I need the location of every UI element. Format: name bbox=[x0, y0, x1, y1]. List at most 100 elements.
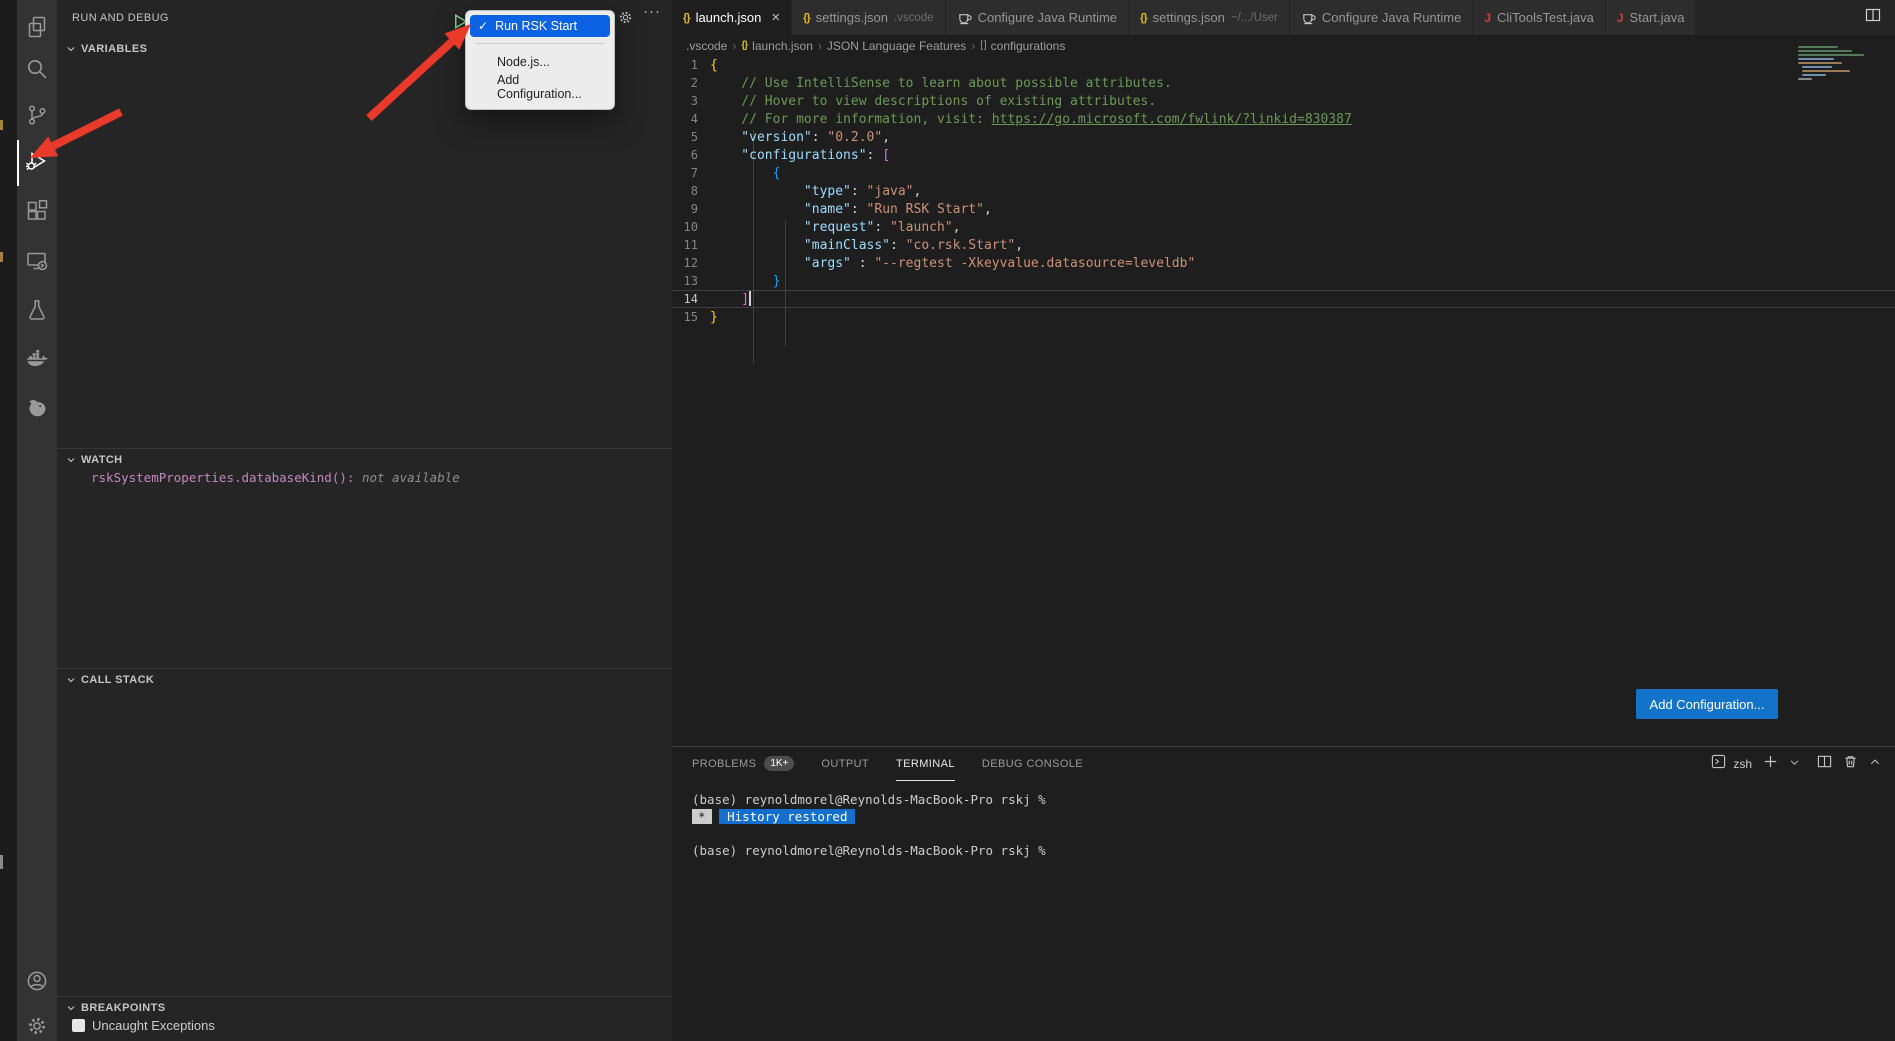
edge-artifact bbox=[0, 120, 3, 130]
chevron-down-icon bbox=[65, 1002, 77, 1014]
code-line: 8 "type": "java", bbox=[672, 182, 1895, 200]
split-terminal-button[interactable] bbox=[1817, 754, 1832, 774]
account-icon bbox=[25, 969, 49, 998]
explorer-button[interactable] bbox=[17, 6, 57, 52]
settings-button[interactable] bbox=[17, 1005, 57, 1041]
beaker-icon bbox=[25, 298, 49, 327]
menu-item-add-configuration[interactable]: Add Configuration... bbox=[466, 71, 614, 103]
json-file-icon: {} bbox=[803, 12, 810, 24]
menu-item-run-rsk-start[interactable]: ✓ Run RSK Start bbox=[470, 15, 610, 37]
tab-terminal[interactable]: TERMINAL bbox=[896, 747, 955, 781]
search-button[interactable] bbox=[17, 48, 57, 94]
code-line: 9 "name": "Run RSK Start", bbox=[672, 200, 1895, 218]
files-icon bbox=[25, 15, 49, 44]
edge-artifact bbox=[0, 855, 3, 869]
terminal-profile-chevron-icon[interactable] bbox=[1789, 755, 1800, 773]
extensions-icon bbox=[25, 199, 49, 228]
activity-bar bbox=[17, 0, 57, 1041]
tab-settings-json-user[interactable]: {} settings.json ~/.../User bbox=[1129, 0, 1290, 35]
array-symbol-icon: [ ] bbox=[980, 40, 985, 51]
testing-button[interactable] bbox=[17, 289, 57, 335]
gear-icon bbox=[25, 1014, 49, 1041]
accounts-button[interactable] bbox=[17, 960, 57, 1006]
terminal-output[interactable]: (base) reynoldmorel@Reynolds-MacBook-Pro… bbox=[692, 791, 1046, 859]
comment-link[interactable]: https://go.microsoft.com/fwlink/?linkid=… bbox=[992, 112, 1352, 127]
code-line: 5 "version": "0.2.0", bbox=[672, 128, 1895, 146]
tab-clitoolstest-java[interactable]: J CliToolsTest.java bbox=[1473, 0, 1606, 35]
add-configuration-button[interactable]: Add Configuration... bbox=[1636, 689, 1778, 719]
text-cursor bbox=[749, 291, 751, 306]
close-icon[interactable]: × bbox=[771, 9, 780, 26]
breadcrumb-item-json-language-features[interactable]: JSON Language Features bbox=[827, 39, 966, 53]
run-and-debug-button[interactable] bbox=[17, 140, 57, 186]
terminal-shell-icon bbox=[1711, 754, 1726, 774]
watch-expression: rskSystemProperties.databaseKind(): bbox=[91, 470, 354, 485]
bottom-panel: PROBLEMS 1K+ OUTPUT TERMINAL DEBUG CONSO… bbox=[672, 746, 1895, 1041]
code-line: 1{ bbox=[672, 56, 1895, 74]
panel-tab-bar: PROBLEMS 1K+ OUTPUT TERMINAL DEBUG CONSO… bbox=[692, 747, 1083, 781]
tab-debug-console[interactable]: DEBUG CONSOLE bbox=[982, 747, 1083, 781]
tab-launch-json[interactable]: {} launch.json × bbox=[672, 0, 792, 35]
chevron-down-icon bbox=[65, 674, 77, 686]
chevron-down-icon bbox=[65, 454, 77, 466]
watch-section-header[interactable]: WATCH bbox=[57, 448, 672, 470]
editor-tab-bar: {} launch.json × {} settings.json .vscod… bbox=[672, 0, 1895, 35]
uncaught-exceptions-checkbox[interactable] bbox=[72, 1019, 85, 1032]
remote-explorer-icon bbox=[25, 249, 49, 278]
background-window-edge bbox=[0, 0, 17, 1041]
code-line: 13 } bbox=[672, 272, 1895, 290]
code-line-current: 14 ] bbox=[672, 290, 1895, 308]
code-line: 4 // For more information, visit: https:… bbox=[672, 110, 1895, 128]
json-file-icon: {} bbox=[741, 40, 747, 51]
code-line: 2 // Use IntelliSense to learn about pos… bbox=[672, 74, 1895, 92]
debug-settings-gear-icon[interactable] bbox=[617, 9, 634, 26]
breakpoints-section-header[interactable]: BREAKPOINTS bbox=[57, 996, 672, 1018]
breadcrumb-item-configurations[interactable]: configurations bbox=[991, 39, 1066, 53]
chevron-down-icon bbox=[65, 43, 77, 55]
watch-value: not available bbox=[362, 470, 460, 485]
run-debug-icon bbox=[25, 149, 49, 178]
source-control-button[interactable] bbox=[17, 94, 57, 140]
java-file-icon: J bbox=[1484, 11, 1491, 25]
breadcrumb-item-vscode[interactable]: .vscode bbox=[686, 39, 727, 53]
split-editor-button[interactable] bbox=[1851, 0, 1895, 35]
kill-terminal-button[interactable] bbox=[1843, 754, 1858, 774]
tab-settings-json-vscode[interactable]: {} settings.json .vscode bbox=[792, 0, 945, 35]
breadcrumb-item-launch-json[interactable]: launch.json bbox=[752, 39, 813, 53]
watch-expression-row[interactable]: rskSystemProperties.databaseKind(): not … bbox=[91, 470, 460, 485]
source-control-icon bbox=[25, 103, 49, 132]
gradle-elephant-icon bbox=[25, 394, 49, 423]
tab-output[interactable]: OUTPUT bbox=[821, 747, 869, 781]
tab-configure-java-runtime-1[interactable]: Configure Java Runtime bbox=[946, 0, 1129, 35]
code-line: 6 "configurations": [ bbox=[672, 146, 1895, 164]
terminal-history-line: * History restored bbox=[692, 808, 1046, 825]
maximize-panel-chevron-icon[interactable] bbox=[1869, 755, 1881, 773]
panel-actions: zsh bbox=[1711, 747, 1881, 781]
code-editor[interactable]: 1{ 2 // Use IntelliSense to learn about … bbox=[672, 56, 1895, 326]
split-editor-icon bbox=[1865, 7, 1881, 28]
tab-configure-java-runtime-2[interactable]: Configure Java Runtime bbox=[1290, 0, 1473, 35]
code-line: 7 { bbox=[672, 164, 1895, 182]
new-terminal-button[interactable] bbox=[1763, 754, 1778, 774]
tab-start-java[interactable]: J Start.java bbox=[1606, 0, 1697, 35]
menu-item-nodejs[interactable]: Node.js... bbox=[466, 53, 614, 71]
java-runtime-cup-icon bbox=[957, 10, 972, 25]
extensions-button[interactable] bbox=[17, 190, 57, 236]
vscode-window: RUN AND DEBUG ··· VARIABLES WATCH rskSys… bbox=[0, 0, 1895, 1041]
remote-explorer-button[interactable] bbox=[17, 240, 57, 286]
docker-button[interactable] bbox=[17, 337, 57, 383]
minimap[interactable] bbox=[1798, 46, 1870, 96]
uncaught-exceptions-row: Uncaught Exceptions bbox=[72, 1018, 215, 1033]
sidebar-more-actions-button[interactable]: ··· bbox=[643, 3, 661, 20]
call-stack-section-header[interactable]: CALL STACK bbox=[57, 668, 672, 690]
code-line: 15} bbox=[672, 308, 1895, 326]
tab-problems[interactable]: PROBLEMS 1K+ bbox=[692, 747, 794, 781]
gradle-button[interactable] bbox=[17, 385, 57, 431]
docker-whale-icon bbox=[25, 346, 49, 375]
java-file-icon: J bbox=[1617, 11, 1624, 25]
terminal-prompt-line: (base) reynoldmorel@Reynolds-MacBook-Pro… bbox=[692, 791, 1046, 808]
code-line: 12 "args" : "--regtest -Xkeyvalue.dataso… bbox=[672, 254, 1895, 272]
editor-group: {} launch.json × {} settings.json .vscod… bbox=[672, 0, 1895, 1041]
code-line: 11 "mainClass": "co.rsk.Start", bbox=[672, 236, 1895, 254]
debug-configuration-menu: ✓ Run RSK Start Node.js... Add Configura… bbox=[465, 10, 615, 110]
